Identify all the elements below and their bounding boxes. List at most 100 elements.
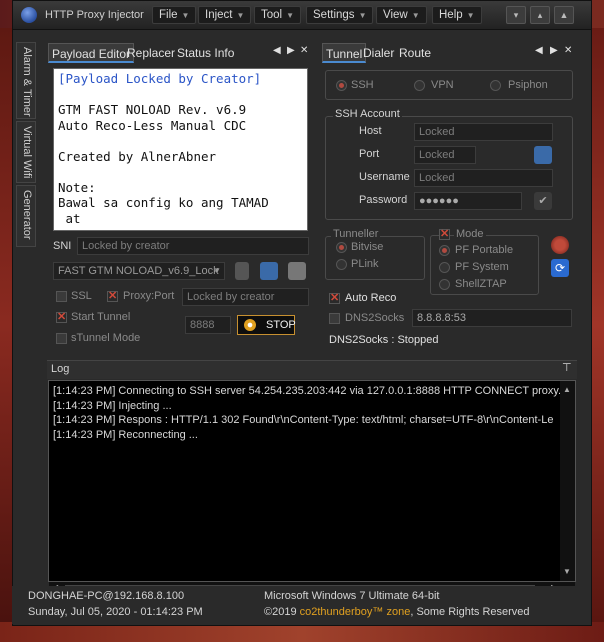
payload-editor[interactable]: [Payload Locked by Creator] GTM FAST NOL…: [53, 68, 308, 231]
host-label: Host: [359, 125, 382, 137]
tab-dialer[interactable]: Dialer: [360, 43, 397, 63]
side-tab-virtual-wifi[interactable]: Virtual Wifi: [16, 121, 36, 183]
status-bar: DONGHAE-PC@192.168.8.100 Sunday, Jul 05,…: [12, 586, 590, 624]
pin-icon[interactable]: ⊤: [562, 361, 572, 374]
side-tab-alarm-timer[interactable]: Alarm & Timer: [16, 42, 36, 119]
radio-vpn[interactable]: [414, 80, 425, 91]
chevron-down-icon: ▼: [213, 266, 221, 275]
radio-psiphon[interactable]: [490, 80, 501, 91]
refresh-icon[interactable]: ⟳: [551, 259, 569, 277]
shellztap-label: ShellZTAP: [455, 278, 507, 290]
desktop-background-right: [592, 28, 604, 622]
username-input[interactable]: Locked: [414, 169, 553, 187]
log-line: [1:14:23 PM] Injecting ...: [53, 399, 172, 412]
ssl-checkbox[interactable]: [56, 291, 67, 302]
radio-plink[interactable]: [336, 259, 347, 270]
radio-bitvise[interactable]: [336, 242, 347, 253]
tab-status-info[interactable]: Status Info: [174, 43, 237, 63]
mode-vpn-label: VPN: [431, 79, 454, 91]
save-icon[interactable]: [260, 262, 278, 280]
pf-portable-label: PF Portable: [455, 244, 514, 256]
close-icon[interactable]: ▲: [554, 6, 574, 24]
close-icon[interactable]: ✕: [564, 45, 572, 56]
bitvise-label: Bitvise: [351, 241, 384, 253]
dns2socks-status: DNS2Socks : Stopped: [329, 334, 439, 346]
scroll-down-icon[interactable]: ▼: [563, 567, 571, 576]
menu-settings[interactable]: Settings ▼: [306, 6, 374, 24]
tunneller-title: Tunneller: [331, 228, 381, 240]
mode-title: Mode: [454, 228, 486, 240]
start-tunnel-label: Start Tunnel: [71, 311, 131, 323]
password-input[interactable]: ●●●●●●: [414, 192, 522, 210]
password-label: Password: [359, 194, 408, 206]
log-line: [1:14:23 PM] Reconnecting ...: [53, 428, 198, 441]
desktop-background-left: [0, 28, 12, 622]
tab-route[interactable]: Route: [396, 43, 434, 63]
editor-line: [Payload Locked by Creator]: [58, 71, 262, 86]
chevron-down-icon: ▼: [286, 11, 295, 20]
tab-scroll-right-icon[interactable]: ▶: [287, 45, 295, 56]
sni-input[interactable]: Locked by creator: [77, 237, 309, 255]
log-header: [47, 360, 577, 379]
menu-tool[interactable]: Tool ▼: [254, 6, 302, 24]
radio-shellztap[interactable]: [439, 279, 450, 290]
stunnel-label: sTunnel Mode: [71, 332, 141, 344]
restore-icon[interactable]: ▴: [530, 6, 550, 24]
chevron-down-icon: ▼: [466, 11, 475, 20]
dns2socks-checkbox[interactable]: [329, 313, 340, 324]
radio-pf-portable[interactable]: [439, 245, 450, 256]
log-vertical-scrollbar[interactable]: ▲ ▼: [560, 381, 575, 581]
delete-icon[interactable]: [288, 262, 306, 280]
radio-pf-system[interactable]: [439, 262, 450, 273]
editor-line: Note:: [58, 179, 96, 195]
tab-scroll-right-icon[interactable]: ▶: [550, 45, 558, 56]
tab-payload-editor[interactable]: Payload Editor: [48, 43, 135, 63]
host-info: DONGHAE-PC@192.168.8.100: [28, 590, 185, 602]
start-tunnel-checkbox[interactable]: [56, 310, 67, 323]
editor-line: Bawal sa config ko ang TAMAD: [58, 195, 269, 210]
menu-inject[interactable]: Inject ▼: [198, 6, 252, 24]
save-icon[interactable]: [534, 146, 552, 164]
datetime: Sunday, Jul 05, 2020 - 01:14:23 PM: [28, 606, 203, 618]
log-output[interactable]: [1:14:23 PM] Connecting to SSH server 54…: [48, 380, 576, 582]
username-label: Username: [359, 171, 410, 183]
stop-button[interactable]: STOP: [237, 315, 296, 335]
minimize-icon[interactable]: ▾: [506, 6, 526, 24]
port-label: Port: [359, 148, 380, 160]
right-tabbar: Tunnel Dialer Route ◀ ▶ ✕: [322, 43, 578, 63]
menu-help[interactable]: Help ▼: [432, 6, 482, 24]
brand-link[interactable]: co2thunderboy™ zone: [300, 606, 411, 618]
scroll-up-icon[interactable]: ▲: [563, 385, 571, 394]
chevron-down-icon: ▼: [411, 11, 420, 20]
file-icon[interactable]: [235, 262, 249, 280]
auto-reco-label: Auto Reco: [345, 292, 397, 304]
side-tab-generator[interactable]: Generator: [16, 185, 36, 247]
tab-scroll-left-icon[interactable]: ◀: [273, 45, 281, 56]
mode-psiphon-label: Psiphon: [508, 79, 548, 91]
menu-view[interactable]: View ▼: [376, 6, 427, 24]
power-icon[interactable]: [551, 236, 569, 254]
port-input[interactable]: 8888: [185, 316, 231, 334]
proxyport-checkbox[interactable]: [107, 289, 118, 302]
check-icon[interactable]: ✔: [534, 192, 552, 210]
config-select[interactable]: FAST GTM NOLOAD_v6.9_Lock ▼: [53, 262, 225, 280]
chevron-down-icon: ▼: [181, 11, 190, 20]
dns2socks-input[interactable]: 8.8.8.8:53: [412, 309, 572, 327]
editor-line: Created by AlnerAbner: [58, 148, 217, 164]
tab-scroll-left-icon[interactable]: ◀: [535, 45, 543, 56]
menu-file[interactable]: File ▼: [152, 6, 197, 24]
host-input[interactable]: Locked: [414, 123, 553, 141]
close-icon[interactable]: ✕: [300, 45, 308, 56]
radio-ssh[interactable]: [336, 80, 347, 91]
auto-reco-checkbox[interactable]: [329, 291, 340, 304]
tab-replacer[interactable]: Replacer: [124, 43, 178, 63]
stunnel-checkbox[interactable]: [56, 333, 67, 344]
mode-checkbox[interactable]: [439, 227, 450, 240]
left-tabbar: Payload Editor Replacer Status Info ◀ ▶ …: [48, 43, 310, 63]
proxy-input[interactable]: Locked by creator: [182, 288, 309, 306]
ssh-port-input[interactable]: Locked: [414, 146, 476, 164]
copyright: ©2019 co2thunderboy™ zone, Some Rights R…: [264, 606, 530, 618]
log-title: Log: [51, 363, 70, 375]
os-info: Microsoft Windows 7 Ultimate 64-bit: [264, 590, 440, 602]
editor-line: Auto Reco-Less Manual CDC: [58, 117, 247, 133]
